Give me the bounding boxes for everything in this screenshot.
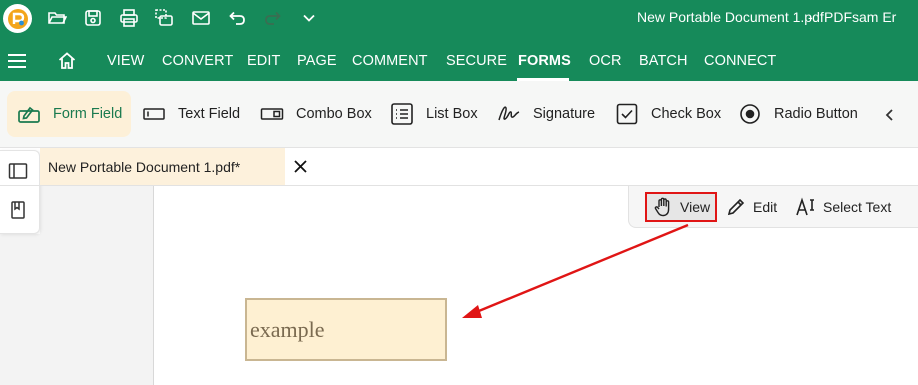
check-box-icon	[616, 103, 638, 125]
more-chevron-icon[interactable]	[297, 6, 321, 30]
check-box-label: Check Box	[651, 106, 722, 122]
edit-mode-button[interactable]: Edit	[725, 192, 777, 222]
list-box-button[interactable]: List Box	[390, 91, 478, 137]
close-icon[interactable]	[293, 159, 308, 174]
thumbnails-panel-icon[interactable]	[8, 161, 28, 181]
menu-view[interactable]: VIEW	[107, 53, 144, 69]
menu-forms[interactable]: FORMS	[518, 53, 571, 69]
signature-button[interactable]: Signature	[497, 91, 595, 137]
radio-button-button[interactable]: Radio Button	[738, 91, 858, 137]
text-cursor-icon	[796, 197, 814, 216]
hamburger-menu-icon[interactable]	[8, 54, 26, 68]
forms-toolbar: Form Field Text Field Combo Box List Box…	[0, 81, 918, 148]
left-panel-body	[0, 234, 153, 385]
menu-bar: VIEW CONVERT EDIT PAGE COMMENT SECURE FO…	[0, 37, 918, 81]
redo-icon[interactable]	[261, 6, 285, 30]
scan-print-icon[interactable]	[152, 6, 176, 30]
pencil-icon	[727, 198, 745, 216]
combo-box-label: Combo Box	[296, 106, 372, 122]
menu-edit[interactable]: EDIT	[247, 53, 280, 69]
mode-toolbar: View Edit Select Text	[628, 186, 918, 228]
signature-icon	[498, 106, 520, 121]
signature-label: Signature	[533, 106, 596, 122]
radio-button-label: Radio Button	[774, 106, 858, 122]
view-mode-label: View	[680, 199, 711, 215]
app-name: PDFsam Er	[824, 9, 897, 25]
text-field-button[interactable]: Text Field	[142, 91, 240, 137]
document-tab[interactable]: New Portable Document 1.pdf*	[40, 148, 307, 185]
chevron-left-icon[interactable]	[883, 107, 897, 123]
select-text-mode-button[interactable]: Select Text	[795, 192, 891, 222]
select-text-mode-label: Select Text	[823, 199, 892, 215]
menu-page[interactable]: PAGE	[297, 53, 337, 69]
open-folder-icon[interactable]	[45, 6, 69, 30]
form-field-label: Form Field	[53, 106, 123, 122]
app-logo	[3, 4, 32, 33]
menu-comment[interactable]: COMMENT	[352, 53, 428, 69]
menu-connect[interactable]: CONNECT	[704, 53, 776, 69]
edit-mode-label: Edit	[753, 199, 778, 215]
left-panel	[40, 186, 153, 234]
list-box-label: List Box	[426, 106, 478, 122]
list-box-icon	[391, 103, 413, 125]
text-field-label: Text Field	[178, 106, 241, 122]
combo-box-button[interactable]: Combo Box	[260, 91, 372, 137]
example-text-field[interactable]: example	[245, 298, 447, 361]
undo-icon[interactable]	[225, 6, 249, 30]
window-document-title: New Portable Document 1.pdf	[637, 9, 824, 25]
title-separator: -	[808, 9, 813, 25]
menu-ocr[interactable]: OCR	[589, 53, 622, 69]
hand-icon	[654, 197, 670, 217]
check-box-button[interactable]: Check Box	[615, 91, 721, 137]
combo-box-icon	[260, 108, 284, 120]
title-bar: New Portable Document 1.pdf - PDFsam Er	[0, 0, 918, 37]
sidebar	[0, 150, 40, 234]
radio-button-icon	[740, 104, 760, 124]
text-field-icon	[143, 108, 165, 120]
menu-batch[interactable]: BATCH	[639, 53, 688, 69]
menu-secure[interactable]: SECURE	[446, 53, 507, 69]
form-field-button[interactable]: Form Field	[7, 91, 131, 137]
view-mode-button[interactable]: View	[645, 192, 717, 222]
document-tab-title: New Portable Document 1.pdf*	[48, 158, 241, 175]
save-icon[interactable]	[81, 6, 105, 30]
form-field-icon	[18, 106, 40, 123]
bookmarks-panel-icon[interactable]	[8, 200, 28, 220]
print-icon[interactable]	[117, 6, 141, 30]
home-icon[interactable]	[57, 51, 77, 71]
email-icon[interactable]	[189, 6, 213, 30]
menu-convert[interactable]: CONVERT	[162, 53, 233, 69]
